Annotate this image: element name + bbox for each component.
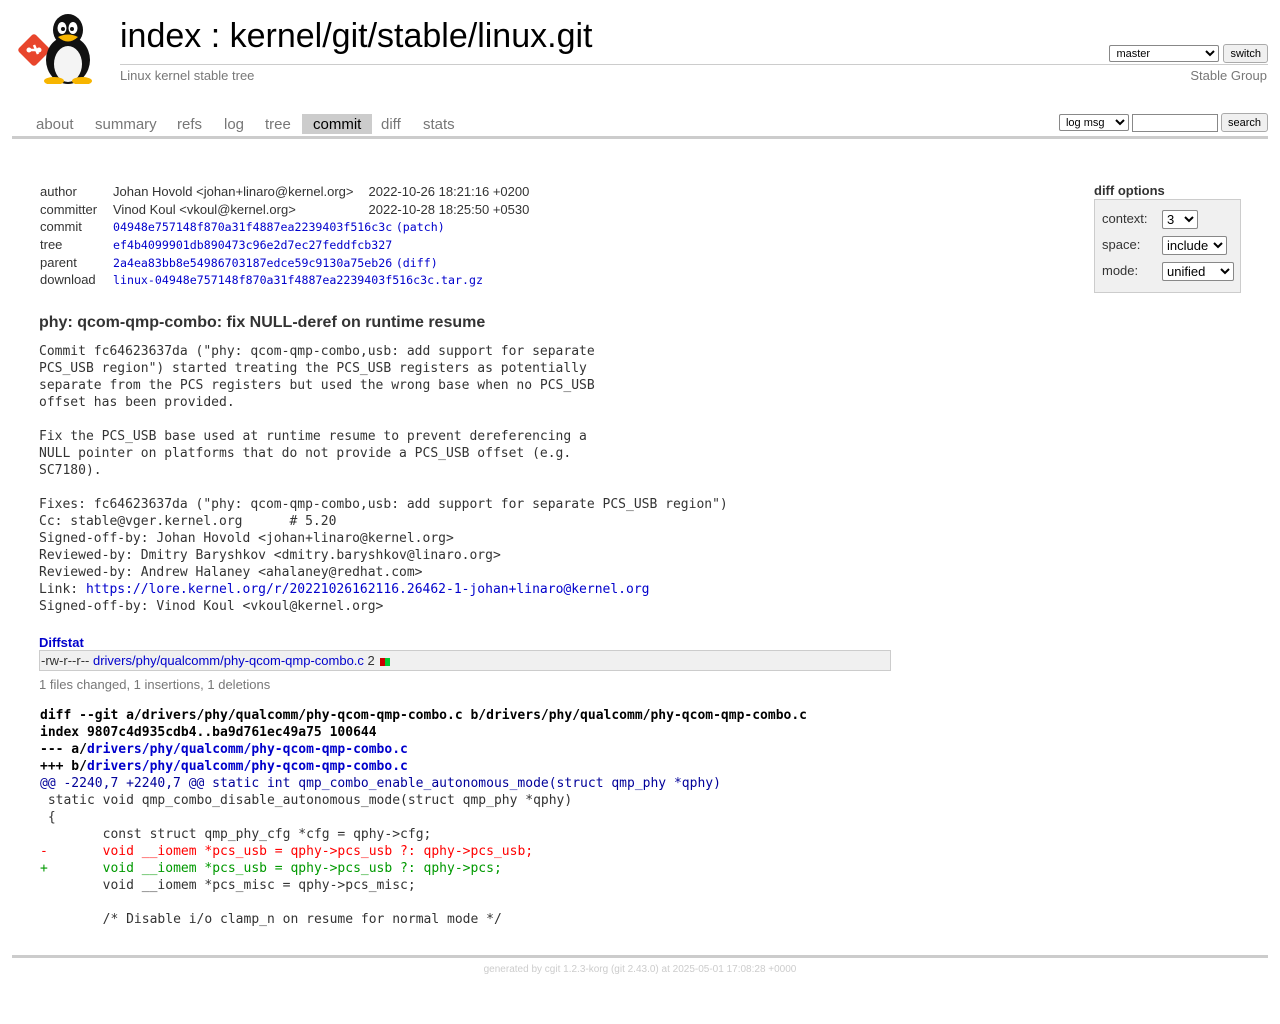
commit-hash-link[interactable]: 04948e757148f870a31f4887ea2239403f516c3c (113, 220, 392, 234)
tree-hash-link[interactable]: ef4b4099901db890473c96e2d7ec27feddfcb327 (113, 238, 392, 252)
committer-label: committer (40, 201, 98, 217)
repo-link[interactable]: kernel/git/stable/linux.git (230, 17, 593, 55)
committer-value: Vinod Koul <vkoul@kernel.org> (113, 201, 296, 217)
diff-context-line: { (40, 810, 56, 825)
author-value: Johan Hovold <johan+linaro@kernel.org> (113, 184, 354, 200)
diff-context-line: void __iomem *pcs_misc = qphy->pcs_misc; (40, 878, 416, 893)
download-link[interactable]: linux-04948e757148f870a31f4887ea2239403f… (113, 273, 483, 287)
insertions-bar (385, 657, 391, 666)
author-date: 2022-10-26 18:21:16 +0200 (368, 184, 530, 200)
diff-git-line: diff --git a/drivers/phy/qualcomm/phy-qc… (40, 708, 808, 723)
cgit-link[interactable]: cgit 1.2.3-korg (545, 964, 608, 975)
tux-git-logo-icon (18, 14, 92, 85)
mode-select[interactable]: unified (1162, 262, 1234, 281)
tab-about[interactable]: about (25, 114, 85, 134)
header-divider (120, 64, 1268, 65)
diff-added-line: + void __iomem *pcs_usb = qphy->pcs_usb … (40, 861, 502, 876)
diffstat-link[interactable]: Diffstat (39, 635, 84, 650)
diff-index-line: index 9807c4d935cdb4..ba9d761ec49a75 100… (40, 725, 377, 740)
mode-label: mode: (1102, 263, 1139, 278)
title-separator: : (201, 17, 230, 55)
commit-message-tail: Signed-off-by: Vinod Koul <vkoul@kernel.… (39, 599, 384, 614)
commit-message: Commit fc64623637da ("phy: qcom-qmp-comb… (39, 343, 728, 615)
index-link[interactable]: index (120, 17, 201, 55)
footer: generated by cgit 1.2.3-korg (git 2.43.0… (0, 964, 1280, 975)
branch-select[interactable]: master (1109, 45, 1220, 62)
diffstat-count: 2 (367, 653, 375, 668)
file-mode: -rw-r--r-- (41, 653, 90, 668)
diff-plus-line: +++ b/drivers/phy/qualcomm/phy-qcom-qmp-… (40, 758, 807, 775)
tab-refs[interactable]: refs (166, 114, 213, 134)
search-input[interactable] (1131, 113, 1218, 132)
minus-file-link[interactable]: drivers/phy/qualcomm/phy-qcom-qmp-combo.… (87, 742, 408, 757)
tab-commit[interactable]: commit (302, 114, 373, 134)
context-select[interactable]: 3 (1162, 210, 1198, 229)
commit-info-table: author Johan Hovold <johan+linaro@kernel… (36, 183, 533, 289)
repo-description: Linux kernel stable tree (120, 68, 255, 83)
diffstat-bar (380, 657, 391, 666)
commit-info-row: committer Vinod Koul <vkoul@kernel.org> … (36, 201, 533, 219)
tab-log[interactable]: log (213, 114, 255, 134)
diff-view: diff --git a/drivers/phy/qualcomm/phy-qc… (40, 707, 807, 928)
page-title: index : kernel/git/stable/linux.git (120, 17, 593, 56)
diff-options-panel: diff options context: 3 space: include m… (1094, 183, 1241, 293)
diff-minus-line: --- a/drivers/phy/qualcomm/phy-qcom-qmp-… (40, 741, 807, 758)
tab-stats[interactable]: stats (412, 114, 466, 134)
parent-label: parent (40, 254, 77, 270)
diff-removed-line: - void __iomem *pcs_usb = qphy->pcs_usb … (40, 844, 534, 859)
space-select[interactable]: include (1162, 236, 1227, 255)
commit-info-row: tree ef4b4099901db890473c96e2d7ec27feddf… (36, 236, 533, 254)
parent-hash-link[interactable]: 2a4ea83bb8e54986703187edce59c9130a75eb26 (113, 256, 392, 270)
tab-bar: about summary refs log tree commit diff … (12, 108, 1268, 139)
diff-context-line: const struct qmp_phy_cfg *cfg = qphy->cf… (40, 827, 432, 842)
diff-options-box: context: 3 space: include mode: unified (1094, 199, 1241, 293)
diff-context-line: /* Disable i/o clamp_n on resume for nor… (40, 912, 502, 927)
footer-divider (12, 955, 1268, 958)
diffstat-summary: 1 files changed, 1 insertions, 1 deletio… (39, 677, 271, 692)
lore-link[interactable]: https://lore.kernel.org/r/20221026162116… (86, 582, 650, 597)
commit-subject: phy: qcom-qmp-combo: fix NULL-deref on r… (39, 314, 486, 331)
diff-context-line (40, 894, 807, 911)
diff-hunk-header: @@ -2240,7 +2240,7 @@ static int qmp_com… (40, 776, 721, 791)
committer-date: 2022-10-28 18:25:50 +0530 (368, 201, 530, 217)
commit-info-row: parent 2a4ea83bb8e54986703187edce59c9130… (36, 253, 533, 271)
author-label: author (40, 184, 77, 200)
tree-label: tree (40, 237, 63, 253)
tab-summary[interactable]: summary (84, 114, 168, 134)
search-button[interactable]: search (1220, 113, 1268, 132)
tab-diff[interactable]: diff (370, 114, 412, 134)
search-form: log msg search (1058, 113, 1268, 132)
diffstat-file-link[interactable]: drivers/phy/qualcomm/phy-qcom-qmp-combo.… (93, 653, 364, 668)
context-label: context: (1102, 211, 1148, 226)
commit-info-row: author Johan Hovold <johan+linaro@kernel… (36, 183, 533, 201)
commit-label: commit (40, 219, 82, 235)
plus-prefix: +++ b/ (40, 759, 87, 774)
footer-prefix: generated by (483, 964, 545, 975)
download-label: download (40, 272, 96, 288)
cgit-logo[interactable] (16, 12, 108, 85)
repo-owner: Stable Group (1190, 68, 1267, 83)
tab-tree[interactable]: tree (254, 114, 302, 134)
diffstat-row: -rw-r--r-- drivers/phy/qualcomm/phy-qcom… (39, 650, 891, 671)
space-label: space: (1102, 237, 1141, 252)
parent-diff-link[interactable]: (diff) (396, 256, 438, 270)
switch-button[interactable]: switch (1223, 44, 1268, 63)
plus-file-link[interactable]: drivers/phy/qualcomm/phy-qcom-qmp-combo.… (87, 759, 408, 774)
search-type-select[interactable]: log msg (1058, 114, 1129, 131)
commit-message-body: Commit fc64623637da ("phy: qcom-qmp-comb… (39, 344, 728, 597)
footer-git-info: (git 2.43.0) at 2025-05-01 17:08:28 +000… (608, 964, 797, 975)
commit-info-row: download linux-04948e757148f870a31f4887e… (36, 271, 533, 289)
branch-switch-form: master switch (1109, 44, 1268, 63)
diff-context-line: static void qmp_combo_disable_autonomous… (40, 793, 573, 808)
patch-link[interactable]: (patch) (396, 220, 445, 234)
diff-options-title: diff options (1094, 183, 1165, 198)
commit-info-row: commit 04948e757148f870a31f4887ea2239403… (36, 218, 533, 236)
minus-prefix: --- a/ (40, 742, 87, 757)
diffstat-header: Diffstat (39, 635, 84, 650)
